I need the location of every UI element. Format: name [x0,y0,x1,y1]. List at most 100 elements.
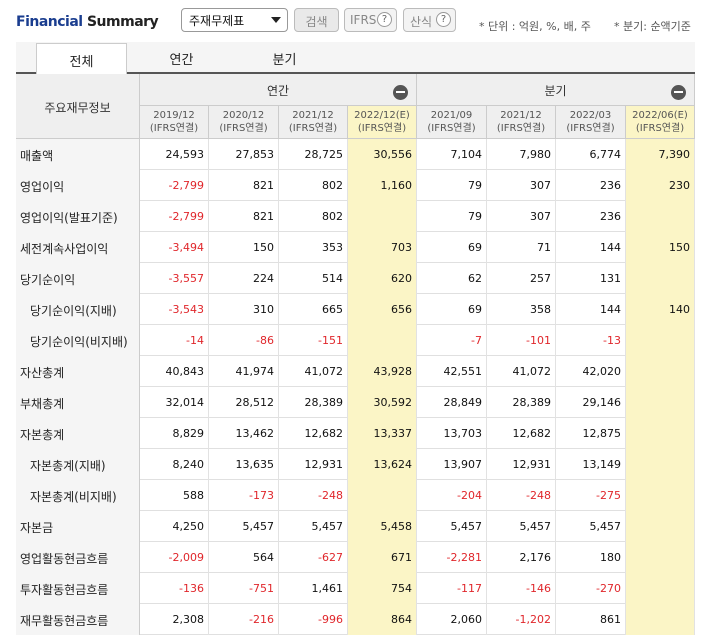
table-cell: -270 [556,573,626,604]
table-cell: 802 [279,201,348,232]
table-cell: 5,457 [556,511,626,542]
table-cell: 28,512 [209,387,279,418]
annual-group-label: 연간 [266,84,290,98]
tab-all[interactable]: 전체 [36,43,127,74]
quarter-group-label: 분기 [544,84,567,98]
column-basis: (IFRS연결) [149,123,199,134]
table-cell: 307 [487,201,556,232]
table-cell: 864 [348,604,417,635]
formula-help-button[interactable]: 산식 ? [403,8,456,32]
table-cell [626,604,695,635]
table-cell: 32,014 [140,387,209,418]
collapse-quarter-icon[interactable] [671,85,686,100]
column-basis: (IFRS연결) [357,123,407,134]
column-header: 2021/12 (IFRS연결) [487,106,556,139]
table-cell: 861 [556,604,626,635]
table-cell: 42,551 [417,356,487,387]
table-cell: -14 [140,325,209,356]
row-label: 영업활동현금흐름 [16,542,140,573]
row-label: 매출액 [16,139,140,170]
table-cell [626,387,695,418]
table-cell: 79 [417,170,487,201]
table-cell: 13,337 [348,418,417,449]
table-cell: 13,635 [209,449,279,480]
table-row: 자본금 4,250 5,457 5,457 5,458 5,457 5,457 5,457 [16,511,695,542]
ifrs-help-button[interactable]: IFRS ? [344,8,397,32]
table-cell: 144 [556,232,626,263]
table-cell: -751 [209,573,279,604]
table-cell: 7,104 [417,139,487,170]
column-basis: (IFRS연결) [496,123,546,134]
column-header: 2019/12 (IFRS연결) [140,106,209,139]
column-basis: (IFRS연결) [427,123,476,134]
table-cell: 310 [209,294,279,325]
table-cell: 27,853 [209,139,279,170]
table-cell: 144 [556,294,626,325]
table-cell [626,201,695,232]
column-period: 2021/09 [430,110,473,121]
tab-quarterly[interactable]: 분기 [239,42,330,72]
statement-type-value: 주재무제표 [189,14,245,28]
table-cell: -3,494 [140,232,209,263]
tab-annual[interactable]: 연간 [136,42,227,72]
title-main: Financial [16,14,83,30]
table-cell: -3,557 [140,263,209,294]
table-cell: 236 [556,170,626,201]
table-cell [626,263,695,294]
table-cell: -248 [487,480,556,511]
table-cell: 5,458 [348,511,417,542]
chevron-down-icon [271,17,281,23]
table-cell: -151 [279,325,348,356]
table-cell: 29,146 [556,387,626,418]
row-label: 자본총계(비지배) [16,480,140,511]
table-cell: 140 [626,294,695,325]
table-cell [626,418,695,449]
summary-toolbar: Financial Summary 주재무제표 검색 IFRS ? 산식 ? *… [0,0,701,40]
search-button[interactable]: 검색 [294,8,339,32]
column-period: 2019/12 [153,110,195,121]
table-row: 투자활동현금흐름 -136 -751 1,461 754 -117 -146 -270 [16,573,695,604]
table-cell: -173 [209,480,279,511]
table-cell: 224 [209,263,279,294]
column-period: 2020/12 [222,110,265,121]
table-cell: 236 [556,201,626,232]
table-cell: -216 [209,604,279,635]
column-header: 2022/03 (IFRS연결) [556,106,626,139]
column-period: 2022/12(E) [354,110,410,121]
table-cell: 28,725 [279,139,348,170]
table-row: 영업이익(발표기준) -2,799 821 802 79 307 236 [16,201,695,232]
unit-note: * 단위 : 억원, %, 배, 주 [479,20,591,33]
collapse-annual-icon[interactable] [393,85,408,100]
table-cell: 7,980 [487,139,556,170]
table-cell [626,573,695,604]
column-header: 2021/12 (IFRS연결) [279,106,348,139]
table-cell: 12,931 [487,449,556,480]
table-cell: 802 [279,170,348,201]
table-row: 자산총계 40,843 41,974 41,072 43,928 42,551 41,072… [16,356,695,387]
row-label: 투자활동현금흐름 [16,573,140,604]
table-cell: 69 [417,294,487,325]
table-row: 당기순이익 -3,557 224 514 620 62 257 131 [16,263,695,294]
table-cell [626,325,695,356]
table-row: 부채총계 32,014 28,512 28,389 30,592 28,849 28,389… [16,387,695,418]
table-cell: 13,703 [417,418,487,449]
row-label: 영업이익 [16,170,140,201]
ifrs-label: IFRS [350,13,377,27]
table-row: 매출액 24,593 27,853 28,725 30,556 7,104 7,980 6,7… [16,139,695,170]
table-cell: 2,308 [140,604,209,635]
table-cell: 656 [348,294,417,325]
table-cell: 42,020 [556,356,626,387]
table-cell: 2,060 [417,604,487,635]
table-cell: 5,457 [209,511,279,542]
column-basis: (IFRS연결) [219,123,268,134]
table-cell: -627 [279,542,348,573]
row-label: 부채총계 [16,387,140,418]
column-basis: (IFRS연결) [288,123,338,134]
page-title: Financial Summary [16,14,159,30]
table-cell: -204 [417,480,487,511]
statement-type-select[interactable]: 주재무제표 [181,8,288,32]
column-period: 2022/06(E) [632,110,688,121]
row-label: 영업이익(발표기준) [16,201,140,232]
row-label: 자산총계 [16,356,140,387]
table-cell [348,325,417,356]
